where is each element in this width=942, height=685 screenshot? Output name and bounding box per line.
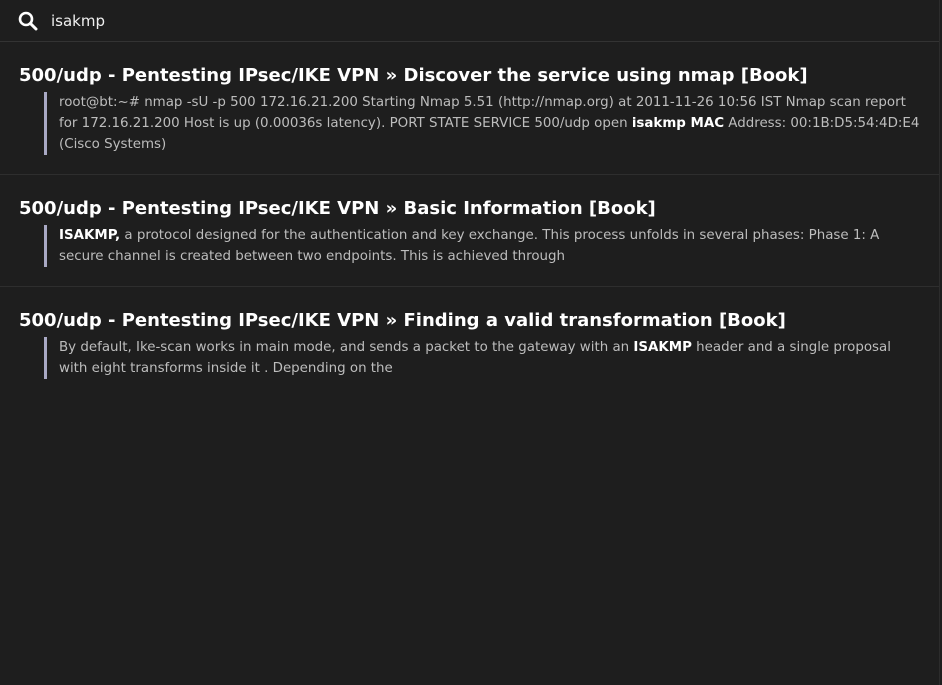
result-excerpt: ISAKMP, a protocol designed for the auth…	[44, 225, 921, 267]
search-result-item[interactable]: 500/udp - Pentesting IPsec/IKE VPN » Bas…	[0, 175, 939, 287]
result-title[interactable]: 500/udp - Pentesting IPsec/IKE VPN » Dis…	[19, 64, 921, 88]
search-input[interactable]	[51, 8, 891, 33]
search-term-highlight: isakmp MAC	[631, 116, 725, 131]
search-term-highlight: ISAKMP	[633, 340, 692, 355]
search-icon	[18, 11, 38, 31]
search-panel: 500/udp - Pentesting IPsec/IKE VPN » Dis…	[0, 0, 940, 685]
excerpt-text: By default, Ike-scan works in main mode,…	[59, 340, 634, 355]
search-result-item[interactable]: 500/udp - Pentesting IPsec/IKE VPN » Fin…	[0, 287, 939, 398]
result-title[interactable]: 500/udp - Pentesting IPsec/IKE VPN » Fin…	[19, 309, 921, 333]
search-result-item[interactable]: 500/udp - Pentesting IPsec/IKE VPN » Dis…	[0, 42, 939, 175]
search-bar	[0, 0, 939, 42]
excerpt-text: a protocol designed for the authenticati…	[59, 228, 880, 264]
search-results-list: 500/udp - Pentesting IPsec/IKE VPN » Dis…	[0, 42, 939, 398]
result-excerpt: By default, Ike-scan works in main mode,…	[44, 337, 921, 379]
result-excerpt: root@bt:~# nmap -sU -p 500 172.16.21.200…	[44, 92, 921, 155]
search-term-highlight: ISAKMP,	[59, 228, 121, 243]
result-title[interactable]: 500/udp - Pentesting IPsec/IKE VPN » Bas…	[19, 197, 921, 221]
